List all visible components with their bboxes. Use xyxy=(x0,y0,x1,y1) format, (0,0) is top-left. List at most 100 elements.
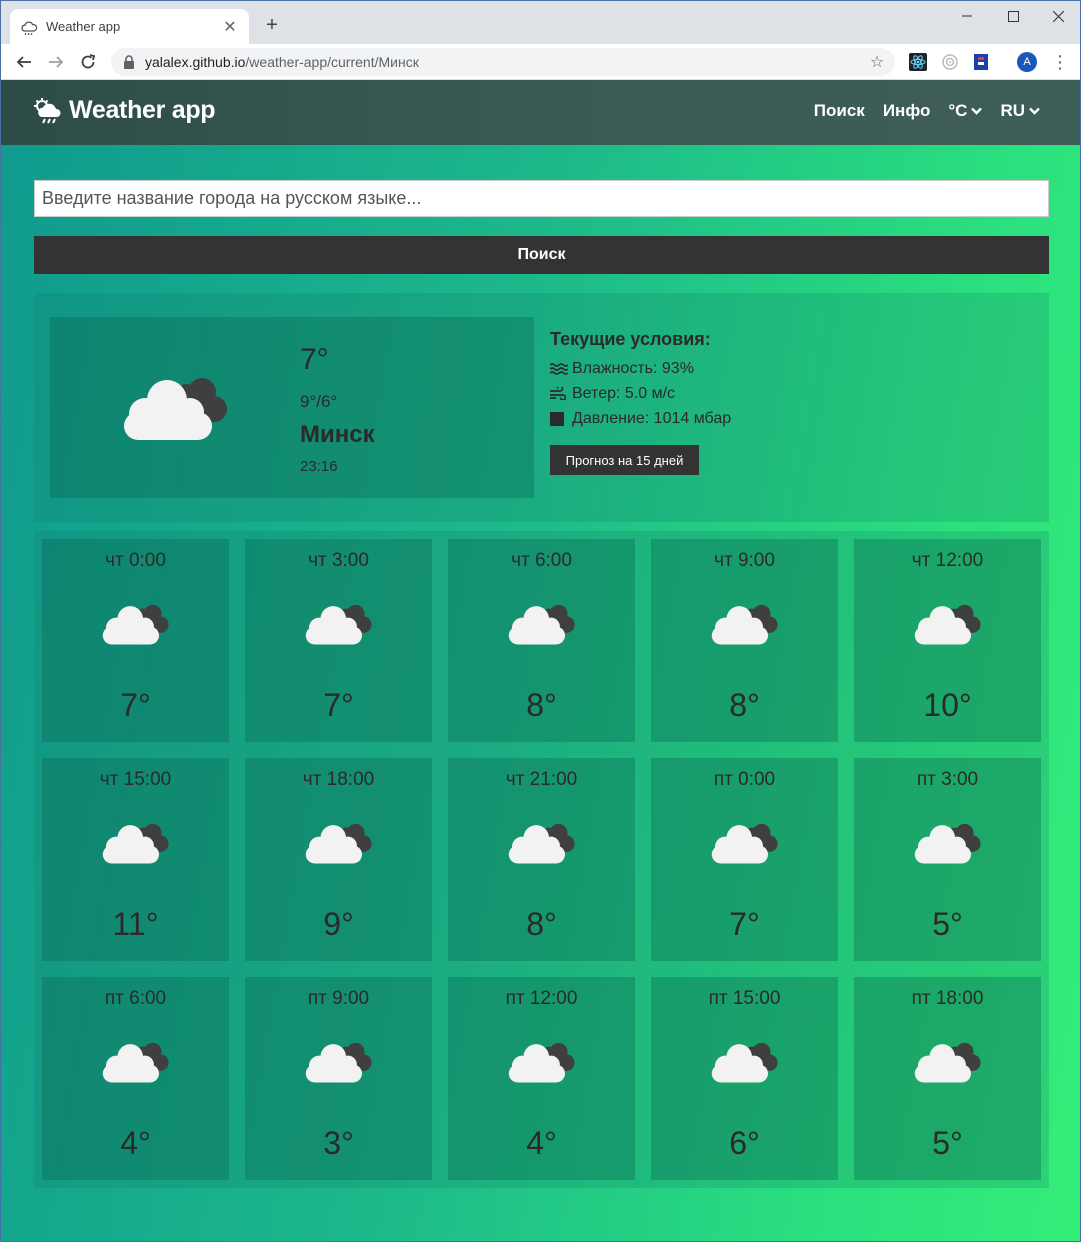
forecast-time: чт 3:00 xyxy=(308,550,369,571)
hourly-forecast-card: чт 15:00 11° xyxy=(42,758,229,961)
close-window-button[interactable] xyxy=(1035,1,1080,31)
local-time: 23:16 xyxy=(300,458,338,475)
address-bar[interactable]: yalalex.github.io/weather-app/current/Ми… xyxy=(111,48,895,76)
brand-title: Weather app xyxy=(69,96,216,124)
forecast-temperature: 7° xyxy=(729,906,760,942)
browser-menu-icon[interactable]: ⋮ xyxy=(1051,50,1069,74)
back-button[interactable] xyxy=(11,49,37,75)
chevron-down-icon xyxy=(1029,107,1040,115)
url-path: /weather-app/current/Минск xyxy=(245,54,419,70)
tab-strip: Weather app ✕ + xyxy=(1,1,1080,44)
maximize-button[interactable] xyxy=(990,1,1036,31)
hourly-forecast-card: чт 18:00 9° xyxy=(245,758,432,961)
forecast-time: пт 3:00 xyxy=(916,769,979,790)
url-text: yalalex.github.io/weather-app/current/Ми… xyxy=(145,54,865,70)
react-devtools-extension-icon[interactable] xyxy=(908,52,928,72)
cloudy-icon xyxy=(101,820,171,871)
15-day-forecast-button[interactable]: Прогноз на 15 дней xyxy=(550,445,699,475)
current-weather-card: 7° 9°/6° Минск 23:16 xyxy=(50,317,534,498)
hourly-forecast-card: пт 3:00 5° xyxy=(854,758,1041,961)
hourly-forecast-card: пт 9:00 3° xyxy=(245,977,432,1180)
units-dropdown[interactable]: °C xyxy=(948,101,983,121)
wind-row: Ветер: 5.0 м/с xyxy=(550,381,731,406)
current-temperature: 7° xyxy=(300,343,329,376)
hourly-forecast-card: пт 15:00 6° xyxy=(651,977,838,1180)
cloud-rain-logo-icon xyxy=(34,97,61,123)
pressure-row: Давление: 1014 мбар xyxy=(550,406,731,431)
forecast-temperature: 5° xyxy=(932,906,963,942)
cloudy-icon xyxy=(710,601,780,652)
tab-title: Weather app xyxy=(46,19,121,34)
nav-info-link[interactable]: Инфо xyxy=(883,101,931,121)
hourly-forecast-card: чт 21:00 8° xyxy=(448,758,635,961)
humidity-value: Влажность: 93% xyxy=(572,359,694,377)
minimize-button[interactable] xyxy=(944,1,990,31)
cloudy-icon xyxy=(124,378,227,440)
nav-search-link[interactable]: Поиск xyxy=(814,101,865,121)
cloudy-icon xyxy=(913,820,983,871)
hourly-forecast-card: чт 3:00 7° xyxy=(245,539,432,742)
forecast-time: чт 12:00 xyxy=(911,550,984,571)
browser-toolbar: yalalex.github.io/weather-app/current/Ми… xyxy=(1,44,1080,80)
tab-close-icon[interactable]: ✕ xyxy=(221,17,239,37)
hourly-forecast-card: чт 0:00 7° xyxy=(42,539,229,742)
extension-target-icon[interactable] xyxy=(940,52,960,72)
cloudy-icon xyxy=(304,601,374,652)
page-content: Weather app Поиск Инфо °C RU Поиск xyxy=(1,80,1080,1241)
reload-button[interactable] xyxy=(75,49,101,75)
profile-avatar[interactable]: A xyxy=(1017,52,1037,72)
city-name: Минск xyxy=(300,421,375,448)
search-button[interactable]: Поиск xyxy=(34,236,1049,274)
new-tab-button[interactable]: + xyxy=(261,14,283,36)
forecast-temperature: 8° xyxy=(526,906,557,942)
forecast-temperature: 5° xyxy=(932,1125,963,1161)
cloudy-icon xyxy=(507,601,577,652)
app-header: Weather app Поиск Инфо °C RU xyxy=(1,80,1080,145)
forecast-time: чт 6:00 xyxy=(511,550,572,571)
chevron-down-icon xyxy=(971,107,983,115)
forecast-temperature: 8° xyxy=(729,687,760,723)
extension-flag-icon[interactable] xyxy=(971,52,991,72)
forecast-temperature: 8° xyxy=(526,687,557,723)
cloudy-icon xyxy=(507,820,577,871)
hourly-forecast-panel: чт 0:00 7° чт 3:00 7° чт 6:00 8° чт 9:00 8° чт 1… xyxy=(34,531,1049,1188)
humidity-waves-icon xyxy=(550,362,568,375)
temperature-range: 9°/6° xyxy=(300,392,338,411)
forecast-time: чт 21:00 xyxy=(505,769,578,790)
browser-window: Weather app ✕ + yalalex.github.io/weathe… xyxy=(0,0,1081,1242)
cloudy-icon xyxy=(913,1039,983,1090)
forecast-time: пт 15:00 xyxy=(708,988,781,1009)
forecast-time: пт 18:00 xyxy=(911,988,984,1009)
main-nav: Поиск Инфо °C RU xyxy=(796,101,1040,121)
forecast-temperature: 10° xyxy=(923,687,972,723)
hourly-forecast-card: пт 18:00 5° xyxy=(854,977,1041,1180)
language-label: RU xyxy=(1000,101,1025,120)
current-conditions: Текущие условия: Влажность: 93% Ветер: 5… xyxy=(550,329,731,431)
cloudy-icon xyxy=(710,820,780,871)
cloudy-icon xyxy=(507,1039,577,1090)
forecast-time: пт 6:00 xyxy=(104,988,167,1009)
forecast-time: пт 0:00 xyxy=(713,769,776,790)
cloudy-icon xyxy=(913,601,983,652)
forecast-time: чт 15:00 xyxy=(99,769,172,790)
pressure-square-icon xyxy=(550,411,568,426)
forecast-time: чт 0:00 xyxy=(105,550,166,571)
wind-icon xyxy=(550,387,568,400)
forecast-time: чт 9:00 xyxy=(714,550,775,571)
language-dropdown[interactable]: RU xyxy=(1000,101,1040,121)
cloudy-icon xyxy=(304,1039,374,1090)
hourly-forecast-card: чт 12:00 10° xyxy=(854,539,1041,742)
hourly-forecast-card: чт 6:00 8° xyxy=(448,539,635,742)
cloudy-icon xyxy=(304,820,374,871)
city-search-input[interactable] xyxy=(34,180,1049,217)
hourly-forecast-card: пт 6:00 4° xyxy=(42,977,229,1180)
cloud-favicon-icon xyxy=(20,18,38,36)
forecast-temperature: 4° xyxy=(120,1125,151,1161)
brand-logo[interactable]: Weather app xyxy=(33,96,216,125)
forecast-temperature: 3° xyxy=(323,1125,354,1161)
bookmark-star-icon[interactable]: ☆ xyxy=(865,52,889,72)
browser-tab[interactable]: Weather app ✕ xyxy=(10,9,249,44)
forward-button[interactable] xyxy=(43,49,69,75)
forecast-temperature: 7° xyxy=(120,687,151,723)
hourly-forecast-card: чт 9:00 8° xyxy=(651,539,838,742)
